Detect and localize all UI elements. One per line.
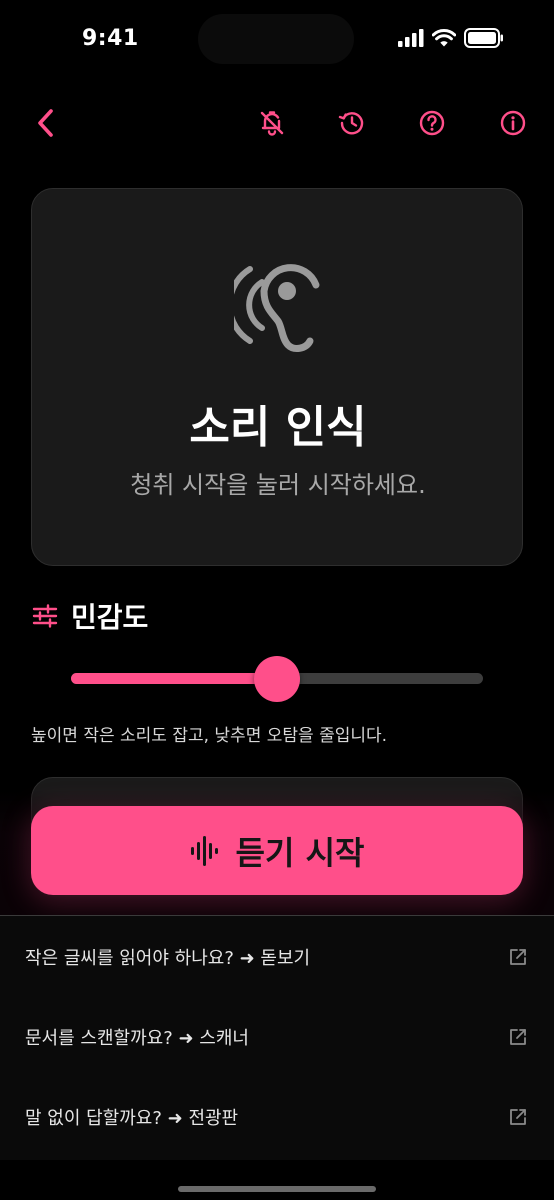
sensitivity-slider[interactable]	[71, 656, 483, 702]
help-button[interactable]	[409, 100, 455, 146]
battery-icon	[464, 28, 503, 48]
link-scanner[interactable]: 문서를 스캔할까요? ➜ 스캐너	[0, 997, 554, 1077]
sliders-icon	[32, 604, 58, 628]
history-button[interactable]	[329, 100, 375, 146]
hero-subtitle: 청취 시작을 눌러 시작하세요.	[130, 471, 426, 499]
help-circle-icon	[419, 110, 445, 136]
status-bar: 9:41	[0, 0, 554, 80]
start-listening-button[interactable]: 듣기 시작	[31, 806, 523, 895]
back-button[interactable]	[23, 100, 69, 146]
hero-title: 소리 인식	[189, 402, 367, 453]
link-signboard-text: 말 없이 답할까요? ➜ 전광판	[25, 1108, 239, 1129]
link-scanner-text: 문서를 스캔할까요? ➜ 스캐너	[25, 1028, 249, 1049]
bell-off-icon	[260, 111, 284, 136]
external-link-icon	[510, 1109, 526, 1125]
sensitivity-label: 민감도	[71, 601, 149, 634]
external-link-icon	[510, 949, 526, 965]
status-icons	[398, 28, 504, 48]
start-listening-label: 듣기 시작	[235, 833, 365, 872]
link-magnifier-text: 작은 글씨를 읽어야 하나요? ➜ 돋보기	[25, 948, 311, 969]
sensitivity-hint: 높이면 작은 소리도 잡고, 낮추면 오탐을 줄입니다.	[31, 726, 388, 746]
back-chevron-icon	[38, 109, 53, 137]
sound-recognition-card: 소리 인식 청취 시작을 눌러 시작하세요.	[31, 188, 523, 566]
related-links-panel: 작은 글씨를 읽어야 하나요? ➜ 돋보기 문서를 스캔할까요? ➜ 스캐너 말…	[0, 916, 554, 1160]
waveform-icon	[190, 835, 218, 866]
dynamic-island	[198, 14, 354, 64]
slider-fill	[71, 673, 277, 684]
wifi-icon	[432, 29, 456, 47]
info-circle-icon	[500, 110, 526, 136]
external-link-icon	[510, 1029, 526, 1045]
link-signboard[interactable]: 말 없이 답할까요? ➜ 전광판	[0, 1077, 554, 1157]
status-time: 9:41	[82, 26, 139, 51]
sensitivity-header: 민감도	[31, 596, 148, 636]
link-magnifier[interactable]: 작은 글씨를 읽어야 하나요? ➜ 돋보기	[0, 917, 554, 997]
ear-icon	[234, 264, 320, 352]
info-button[interactable]	[490, 100, 536, 146]
top-bar	[0, 100, 554, 146]
mute-notifications-button[interactable]	[249, 100, 295, 146]
signal-icon	[398, 29, 424, 47]
history-icon	[338, 112, 364, 135]
slider-thumb[interactable]	[254, 656, 300, 702]
home-indicator	[178, 1186, 376, 1192]
